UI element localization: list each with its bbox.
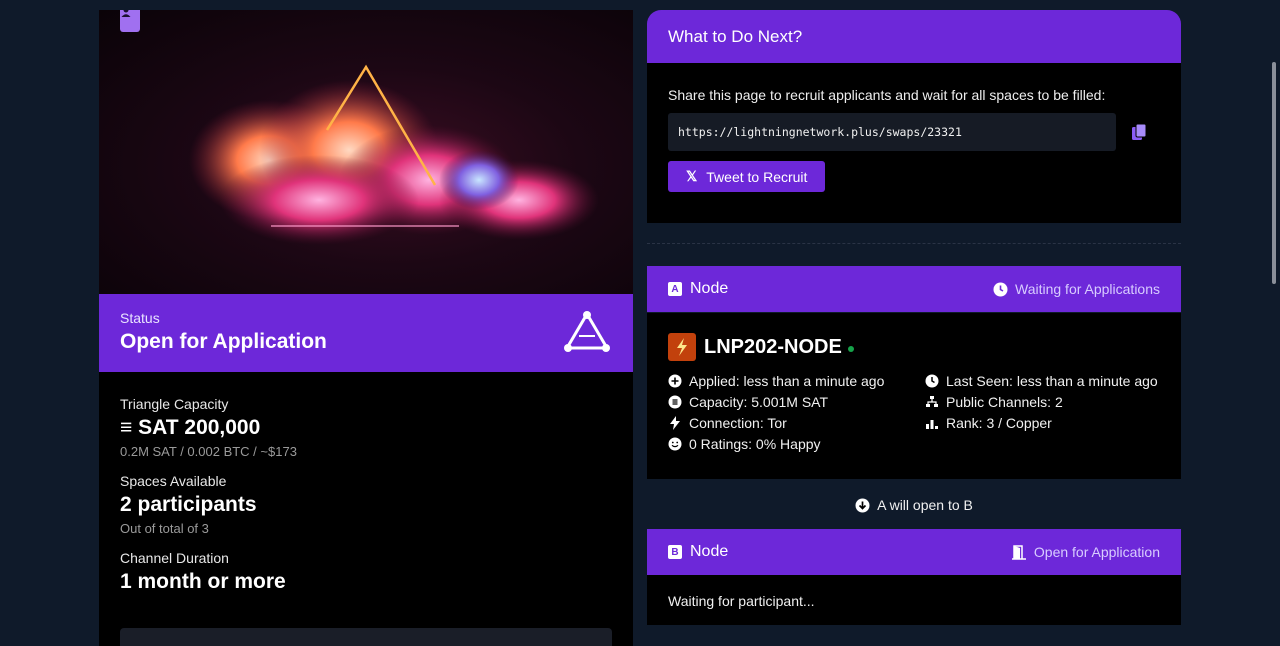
node-a-name[interactable]: LNP202-NODE — [704, 336, 842, 359]
swap-summary-card: Status Open for Application Triangle Cap… — [99, 10, 633, 646]
node-a-public-channels: Public Channels: 2 — [946, 394, 1063, 410]
tweet-button-label: Tweet to Recruit — [706, 168, 808, 185]
swap-stats: Triangle Capacity ≡ SAT 200,000 0.2M SAT… — [120, 396, 612, 608]
node-a-applied: Applied: less than a minute ago — [689, 373, 885, 389]
capacity-value: SAT 200,000 — [138, 416, 261, 439]
node-a-connection: Connection: Tor — [689, 415, 787, 431]
network-icon — [925, 395, 939, 409]
capacity-subtext: 0.2M SAT / 0.002 BTC / ~$173 — [120, 444, 297, 459]
section-divider — [647, 243, 1181, 244]
sat-icon: ≡ — [120, 416, 133, 439]
node-a-letter-badge: A — [668, 282, 682, 296]
tweet-button[interactable]: 𝕏 Tweet to Recruit — [668, 161, 826, 192]
clock-icon — [993, 282, 1008, 297]
smile-icon — [668, 437, 682, 451]
triangle-logo-icon — [562, 310, 612, 359]
spaces-label: Spaces Available — [120, 473, 227, 489]
flow-label: A will open to B — [877, 497, 973, 513]
online-status-icon — [847, 346, 854, 352]
duration-value: 1 month or more — [120, 570, 286, 593]
arrow-down-circle-icon — [855, 498, 870, 513]
node-b-title: Node — [690, 543, 729, 560]
share-url-field[interactable]: https://lightningnetwork.plus/swaps/2332… — [668, 113, 1116, 151]
node-b-letter-badge: B — [668, 545, 682, 559]
copy-icon[interactable] — [1130, 122, 1148, 142]
bottom-panel — [120, 628, 612, 646]
coin-icon — [668, 395, 682, 409]
node-a-rank: Rank: 3 / Copper — [946, 415, 1052, 431]
node-avatar-icon[interactable] — [668, 333, 696, 361]
capacity-stat: Triangle Capacity ≡ SAT 200,000 0.2M SAT… — [120, 396, 612, 459]
spaces-subtext: Out of total of 3 — [120, 521, 209, 536]
status-label: Status — [120, 310, 160, 326]
node-a-state: Waiting for Applications — [1015, 281, 1160, 297]
spaces-value: 2 participants — [120, 493, 257, 516]
duration-stat: Channel Duration 1 month or more — [120, 550, 612, 594]
node-b-state: Open for Application — [1033, 544, 1160, 560]
next-steps-title: What to Do Next? — [647, 10, 1181, 63]
channel-flow-a-to-b: A will open to B — [647, 480, 1181, 530]
clock-icon — [925, 374, 939, 388]
spaces-stat: Spaces Available 2 participants Out of t… — [120, 473, 612, 536]
user-badge-icon[interactable] — [120, 10, 140, 32]
capacity-label: Triangle Capacity — [120, 396, 229, 412]
bolt-icon — [668, 416, 682, 430]
page-scrollbar[interactable] — [1272, 62, 1276, 284]
node-b-details: Waiting for participant... — [647, 575, 1181, 625]
plus-circle-icon — [668, 374, 682, 388]
node-a-capacity: Capacity: 5.001M SAT — [689, 394, 829, 410]
node-b-header: B Node Open for Application — [647, 529, 1181, 575]
duration-label: Channel Duration — [120, 550, 229, 566]
share-instructions: Share this page to recruit applicants an… — [668, 87, 1106, 103]
node-a-last-seen: Last Seen: less than a minute ago — [946, 373, 1158, 389]
node-a-title: Node — [690, 280, 729, 297]
status-banner: Status Open for Application — [99, 294, 633, 372]
node-a-header: A Node Waiting for Applications — [647, 266, 1181, 312]
rank-icon — [925, 416, 939, 430]
status-value: Open for Application — [120, 330, 327, 353]
node-a-ratings: 0 Ratings: 0% Happy — [689, 436, 821, 452]
next-steps-panel: What to Do Next? Share this page to recr… — [647, 10, 1181, 223]
door-open-icon — [1011, 544, 1027, 560]
hero-image — [99, 10, 633, 294]
x-logo-icon: 𝕏 — [686, 168, 698, 184]
node-a-details: LNP202-NODE Applied: less than a minute … — [647, 313, 1181, 479]
